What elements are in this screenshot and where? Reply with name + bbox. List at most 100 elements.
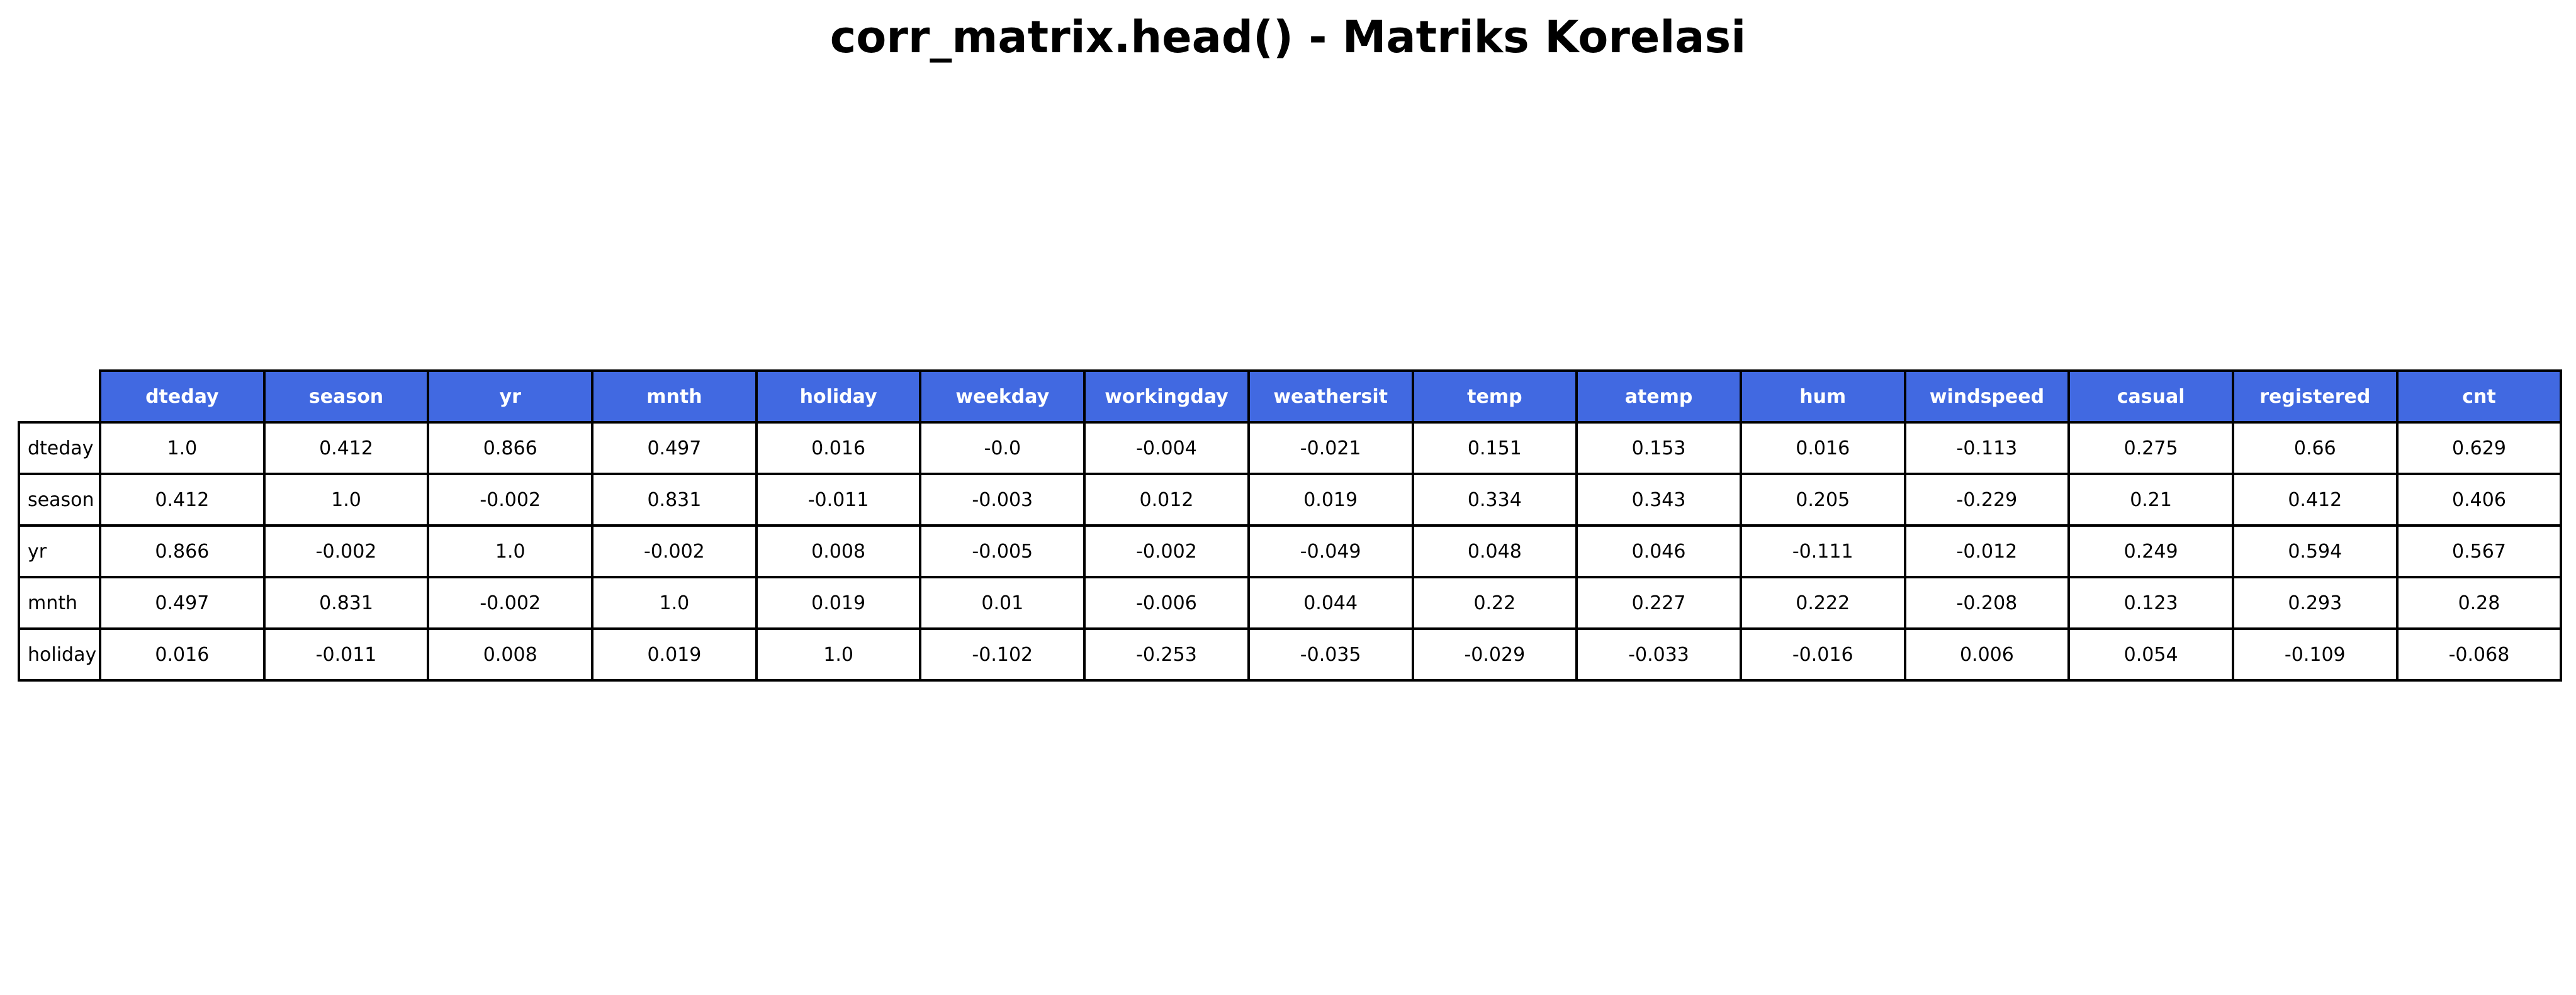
table-cell: 0.046 [1575,524,1742,578]
table-cell: 0.016 [755,421,922,475]
table-cell: 0.412 [2231,473,2399,527]
table-cell: 0.22 [1411,576,1578,630]
row-header-yr: yr [18,524,101,578]
table-cell: 0.019 [1247,473,1414,527]
table-cell: 0.008 [755,524,922,578]
table-cell: -0.035 [1247,627,1414,682]
table-cell: 0.044 [1247,576,1414,630]
table-cell: -0.002 [591,524,758,578]
table-cell: 1.0 [262,473,430,527]
table-cell: -0.006 [1083,576,1250,630]
column-header-yr: yr [427,369,594,424]
table-cell: -0.111 [1739,524,1906,578]
table-cell: 0.66 [2231,421,2399,475]
table-cell: 1.0 [427,524,594,578]
table-cell: 0.412 [99,473,266,527]
table-cell: -0.109 [2231,627,2399,682]
table-cell: 0.016 [99,627,266,682]
table-cell: 0.412 [262,421,430,475]
table-cell: -0.005 [919,524,1086,578]
table-cell: 0.006 [1903,627,2071,682]
table-cell: 0.222 [1739,576,1906,630]
table-body: dteday 1.0 0.412 0.866 0.497 0.016 -0.0 -0.004-… [18,421,2563,682]
table-row: mnth 0.497 0.831 -0.002 1.0 0.019 0.01 -0.006 0.… [18,576,2563,630]
table-cell: 0.019 [591,627,758,682]
table-row: yr 0.866 -0.002 1.0 -0.002 0.008 -0.005 -0.002-… [18,524,2563,578]
table-cell: 0.205 [1739,473,1906,527]
table-cell: 0.151 [1411,421,1578,475]
table-cell: -0.002 [1083,524,1250,578]
correlation-table: dteday season yr mnth holiday weekday workingd… [18,369,2563,682]
column-header-atemp: atemp [1575,369,1742,424]
table-cell: -0.033 [1575,627,1742,682]
table-cell: 0.249 [2067,524,2234,578]
table-cell: 0.831 [262,576,430,630]
table-cell: -0.004 [1083,421,1250,475]
column-header-hum: hum [1739,369,1906,424]
table-cell: 0.629 [2395,421,2563,475]
column-header-windspeed: windspeed [1903,369,2071,424]
table-cell: 0.866 [427,421,594,475]
table-cell: 0.293 [2231,576,2399,630]
table-cell: 0.01 [919,576,1086,630]
table-cell: -0.003 [919,473,1086,527]
table-cell: -0.113 [1903,421,2071,475]
table-cell: 0.016 [1739,421,1906,475]
table-cell: -0.012 [1903,524,2071,578]
column-header-mnth: mnth [591,369,758,424]
table-cell: -0.0 [919,421,1086,475]
table-cell: 0.406 [2395,473,2563,527]
table-cell: 0.28 [2395,576,2563,630]
table-cell: -0.016 [1739,627,1906,682]
table-cell: 0.497 [99,576,266,630]
table-cell: 0.019 [755,576,922,630]
column-header-season: season [262,369,430,424]
column-header-weekday: weekday [919,369,1086,424]
table-cell: 1.0 [99,421,266,475]
table-cell: -0.253 [1083,627,1250,682]
table-cell: 0.594 [2231,524,2399,578]
table-cell: -0.002 [262,524,430,578]
table-cell: 0.866 [99,524,266,578]
table-row: season 0.412 1.0 -0.002 0.831 -0.011 -0.003 0.0… [18,473,2563,527]
column-header-temp: temp [1411,369,1578,424]
column-header-weathersit: weathersit [1247,369,1414,424]
table-cell: -0.102 [919,627,1086,682]
table-row: holiday 0.016 -0.011 0.008 0.019 1.0 -0.102 -0.… [18,627,2563,682]
table-cell: 0.343 [1575,473,1742,527]
table-cell: -0.049 [1247,524,1414,578]
table-corner-cell [19,371,100,422]
table-cell: -0.021 [1247,421,1414,475]
column-header-cnt: cnt [2395,369,2563,424]
column-header-holiday: holiday [755,369,922,424]
table-cell: 1.0 [591,576,758,630]
table-cell: -0.011 [755,473,922,527]
column-header-registered: registered [2231,369,2399,424]
table-cell: 0.275 [2067,421,2234,475]
row-header-holiday: holiday [18,627,101,682]
table-cell: 0.831 [591,473,758,527]
table-cell: 0.21 [2067,473,2234,527]
table-cell: -0.029 [1411,627,1578,682]
table-row: dteday 1.0 0.412 0.866 0.497 0.016 -0.0 -0.004-… [18,421,2563,475]
table-cell: -0.068 [2395,627,2563,682]
table-cell: 0.123 [2067,576,2234,630]
table-cell: 0.048 [1411,524,1578,578]
table-cell: 0.153 [1575,421,1742,475]
table-cell: 1.0 [755,627,922,682]
table-header-row: dteday season yr mnth holiday weekday workingd… [19,369,2563,424]
chart-title: corr_matrix.head() - Matriks Korelasi [830,11,1746,63]
table-cell: -0.002 [427,473,594,527]
row-header-mnth: mnth [18,576,101,630]
table-cell: 0.334 [1411,473,1578,527]
table-cell: 0.567 [2395,524,2563,578]
table-cell: 0.008 [427,627,594,682]
table-cell: 0.497 [591,421,758,475]
column-header-dteday: dteday [99,369,266,424]
table-cell: -0.002 [427,576,594,630]
table-cell: 0.054 [2067,627,2234,682]
table-cell: -0.011 [262,627,430,682]
row-header-dteday: dteday [18,421,101,475]
column-header-workingday: workingday [1083,369,1250,424]
table-cell: -0.208 [1903,576,2071,630]
